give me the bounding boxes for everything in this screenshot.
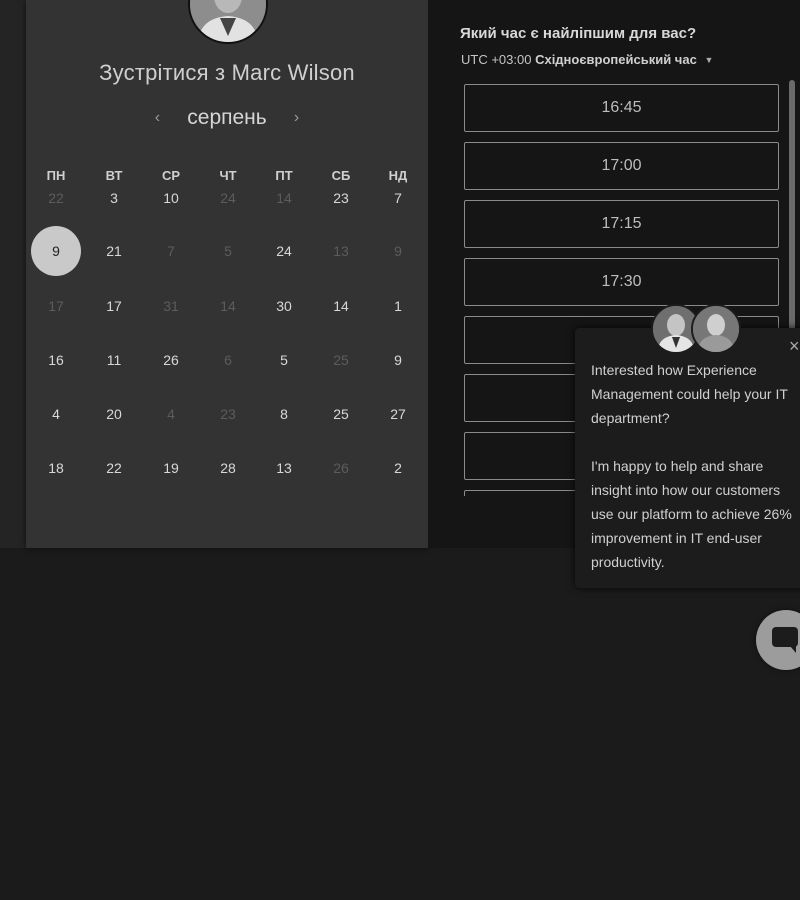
calendar-day: 4 (167, 406, 175, 422)
calendar-day[interactable]: 26 (145, 334, 197, 386)
calendar-day[interactable]: 17 (88, 280, 140, 332)
calendar-day[interactable]: 19 (145, 442, 197, 494)
calendar-day: 6 (224, 352, 232, 368)
calendar-day[interactable]: 7 (372, 172, 424, 224)
calendar-day: 5 (224, 243, 232, 259)
chat-launcher-button[interactable] (756, 610, 800, 670)
timezone-offset: UTC +03:00 (461, 52, 532, 67)
chat-spacer (591, 430, 800, 454)
scrollbar-thumb[interactable] (789, 80, 795, 330)
time-slot-button[interactable]: 17:15 (464, 200, 779, 248)
calendar-day[interactable]: 1 (372, 280, 424, 332)
chat-paragraph-1: Interested how Experience Management cou… (591, 362, 788, 426)
time-slot-button[interactable]: 17:30 (464, 258, 779, 306)
calendar-day: 13 (333, 243, 349, 259)
chat-message: Interested how Experience Management cou… (591, 358, 800, 574)
meeting-title: Зустрітися з Marc Wilson (99, 60, 355, 85)
scrollbar[interactable] (789, 80, 796, 330)
calendar-day[interactable]: 13 (258, 442, 310, 494)
time-question: Який час є найліпшим для вас? (460, 25, 697, 42)
calendar-day[interactable]: 16 (30, 334, 82, 386)
calendar-day: 17 (48, 298, 64, 314)
calendar-day: 26 (333, 460, 349, 476)
calendar-day: 14 (220, 298, 236, 314)
chevron-right-icon[interactable]: › (287, 109, 307, 127)
calendar-day: 22 (48, 190, 64, 206)
time-slot-button[interactable]: 16:45 (464, 84, 779, 132)
timezone-name: Східноєвропейський час (535, 52, 697, 67)
calendar-day: 7 (167, 243, 175, 259)
calendar-day[interactable]: 4 (30, 388, 82, 440)
chat-popup: × Interested how Experience Management c… (575, 328, 800, 588)
calendar-day: 9 (394, 243, 402, 259)
month-label: серпень (187, 106, 267, 129)
close-icon[interactable]: × (789, 336, 800, 357)
calendar-day[interactable]: 8 (258, 388, 310, 440)
timezone-selector[interactable]: UTC +03:00 Східноєвропейський час ▼ (461, 52, 713, 67)
agent-avatar-2 (691, 304, 741, 354)
calendar-day: 31 (163, 298, 179, 314)
calendar-day[interactable]: 5 (258, 334, 310, 386)
calendar-day[interactable]: 27 (372, 388, 424, 440)
time-slot-button[interactable]: 17:00 (464, 142, 779, 190)
calendar-day-selected[interactable]: 9 (31, 226, 81, 276)
calendar-day[interactable]: 23 (315, 172, 367, 224)
calendar-day[interactable]: 11 (88, 334, 140, 386)
calendar-day[interactable]: 30 (258, 280, 310, 332)
calendar-day[interactable]: 10 (145, 172, 197, 224)
calendar-day[interactable]: 25 (315, 388, 367, 440)
calendar-day[interactable]: 14 (315, 280, 367, 332)
calendar-day[interactable]: 9 (372, 334, 424, 386)
chat-paragraph-2: I'm happy to help and share insight into… (591, 458, 792, 570)
calendar-day[interactable]: 28 (202, 442, 254, 494)
calendar-day[interactable]: 24 (258, 225, 310, 277)
calendar-day[interactable]: 21 (88, 225, 140, 277)
calendar-day: 23 (220, 406, 236, 422)
caret-down-icon: ▼ (704, 55, 714, 65)
calendar-day[interactable]: 20 (88, 388, 140, 440)
calendar-day[interactable]: 22 (88, 442, 140, 494)
calendar-day[interactable]: 18 (30, 442, 82, 494)
chevron-left-icon[interactable]: ‹ (147, 109, 167, 127)
month-navigator: ‹ серпень › (0, 106, 454, 130)
chat-bubble-icon (772, 627, 798, 653)
calendar-day: 25 (333, 352, 349, 368)
calendar-day[interactable]: 2 (372, 442, 424, 494)
calendar-day[interactable]: 3 (88, 172, 140, 224)
calendar-day: 14 (276, 190, 292, 206)
calendar-day: 24 (220, 190, 236, 206)
